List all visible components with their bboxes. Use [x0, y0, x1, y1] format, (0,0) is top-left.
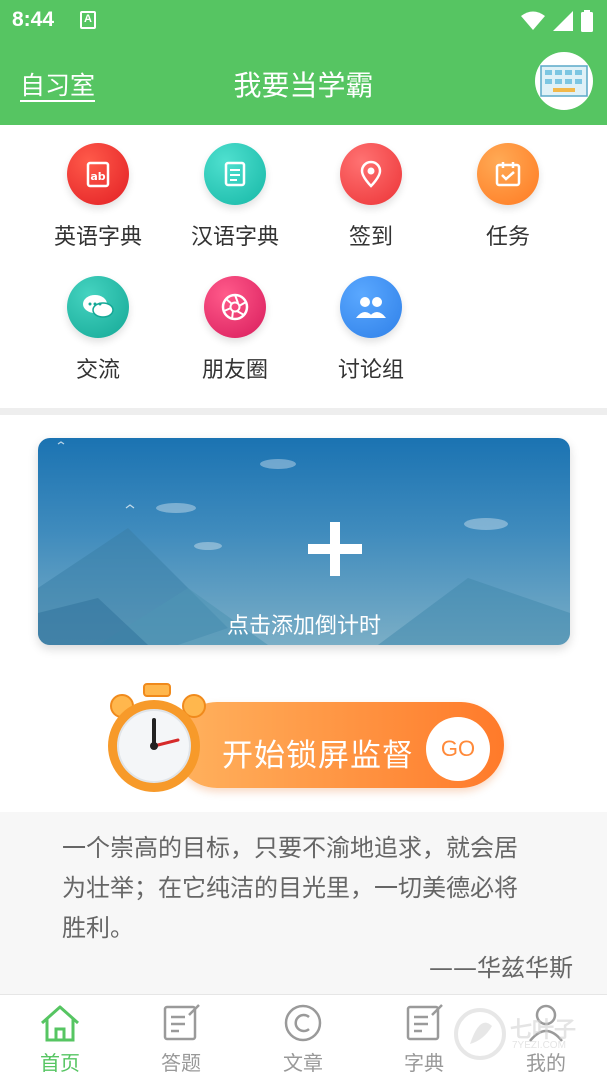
quote-text: 一个崇高的目标，只要不渝地追求，就会居为壮举；在它纯洁的目光里，一切美德必将胜利… — [62, 834, 518, 942]
bottom-navigation: 首页 答题 文章 字典 我的 — [0, 994, 607, 1080]
feature-checkin[interactable]: 签到 — [306, 125, 436, 250]
study-room-link[interactable]: 自习室 — [20, 66, 95, 102]
plus-icon — [308, 522, 362, 576]
shutter-icon — [204, 276, 266, 338]
avatar[interactable] — [535, 52, 593, 110]
motivational-quote: 一个崇高的目标，只要不渝地追求，就会居为壮举；在它纯洁的目光里，一切美德必将胜利… — [0, 812, 607, 994]
feature-tasks[interactable]: 任务 — [443, 125, 573, 250]
group-users-icon — [340, 276, 402, 338]
nav-dictionary[interactable]: 字典 — [364, 995, 484, 1080]
nav-articles[interactable]: 文章 — [243, 995, 363, 1080]
battery-icon — [581, 10, 593, 32]
wifi-icon — [521, 11, 545, 30]
home-icon — [41, 1005, 79, 1042]
copyright-circle-icon — [284, 1004, 322, 1042]
nav-label: 首页 — [40, 1051, 80, 1075]
feature-chat[interactable]: 交流 — [33, 258, 163, 383]
quote-author: ——华兹华斯 — [429, 954, 573, 982]
feature-discussion-group[interactable]: 讨论组 — [306, 258, 436, 383]
feature-label: 任务 — [485, 225, 530, 250]
calendar-check-icon — [477, 143, 539, 205]
nav-profile[interactable]: 我的 — [486, 995, 606, 1080]
nav-label: 字典 — [404, 1051, 444, 1075]
english-dictionary-icon: ab — [67, 143, 129, 205]
svg-text:ab: ab — [90, 170, 105, 183]
feature-label: 英语字典 — [53, 225, 142, 250]
status-bar: 8:44 A — [0, 0, 607, 42]
app-notification-icon: A — [80, 11, 96, 29]
classroom-avatar-icon — [540, 65, 588, 97]
status-icons — [521, 10, 593, 32]
nav-quiz[interactable]: 答题 — [121, 995, 241, 1080]
feature-english-dictionary[interactable]: ab 英语字典 — [33, 125, 163, 250]
feature-label: 汉语字典 — [190, 225, 279, 250]
chat-bubbles-icon — [67, 276, 129, 338]
add-countdown-label: 点击添加倒计时 — [226, 614, 381, 639]
go-label: GO — [440, 736, 476, 761]
feature-label: 交流 — [75, 358, 120, 383]
nav-label: 我的 — [526, 1051, 566, 1075]
edit-note-icon — [163, 1004, 200, 1041]
signal-icon — [553, 11, 573, 31]
nav-home[interactable]: 首页 — [0, 995, 120, 1080]
feature-label: 朋友圈 — [201, 358, 268, 383]
start-lock-screen-button[interactable]: 开始锁屏监督 GO — [104, 682, 504, 798]
edit-note-icon — [406, 1004, 443, 1041]
status-time: 8:44 — [12, 8, 55, 31]
feature-label: 讨论组 — [337, 358, 404, 383]
location-pin-icon — [340, 143, 402, 205]
user-icon — [529, 1004, 563, 1042]
nav-label: 文章 — [283, 1051, 323, 1075]
alarm-clock-icon — [108, 683, 206, 792]
nav-label: 答题 — [161, 1051, 201, 1075]
add-countdown-card[interactable]: 点击添加倒计时 — [38, 438, 570, 645]
lock-button-label: 开始锁屏监督 — [222, 738, 414, 774]
feature-moments[interactable]: 朋友圈 — [170, 258, 300, 383]
feature-label: 签到 — [348, 225, 393, 250]
app-header: 8:44 A 自习室 我要当学霸 — [0, 0, 607, 125]
feature-grid: ab 英语字典 汉语字典 签到 任务 交流 朋友圈 讨论组 — [0, 125, 607, 408]
feature-chinese-dictionary[interactable]: 汉语字典 — [170, 125, 300, 250]
section-divider — [0, 408, 607, 415]
chinese-dictionary-icon — [204, 143, 266, 205]
